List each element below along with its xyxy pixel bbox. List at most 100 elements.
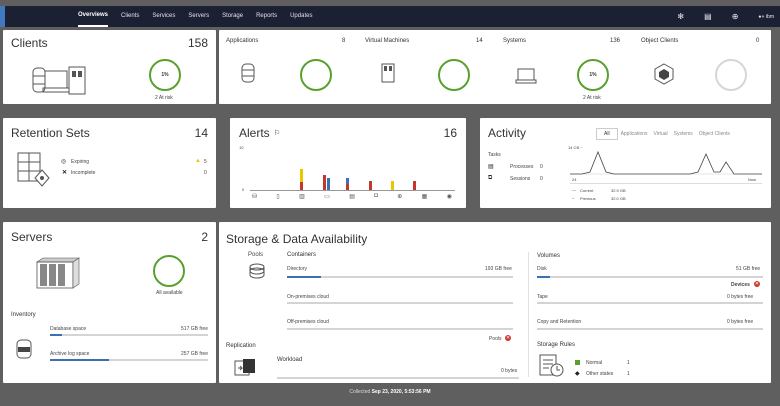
laptop-icon[interactable]: ▭ (324, 193, 330, 200)
database-space-label[interactable]: Database space (50, 326, 86, 332)
incomplete-value[interactable]: 0 (204, 170, 207, 176)
storage-divider (528, 252, 529, 377)
virtual-machines-title[interactable]: Virtual Machines (365, 38, 409, 44)
servers-available-label[interactable]: All available (156, 290, 183, 296)
nav-updates[interactable]: Updates (290, 6, 312, 27)
devices-status-label[interactable]: Devices (731, 282, 750, 288)
disk-value[interactable]: 51 GB free (736, 266, 760, 272)
activity-panel: Activity All Applications Virtual System… (480, 118, 771, 208)
alert-bar[interactable] (413, 181, 416, 190)
nav-servers[interactable]: Servers (188, 6, 209, 27)
user-menu[interactable]: ●⋄ ibm (758, 14, 774, 20)
directory-value[interactable]: 193 GB free (485, 266, 512, 272)
activity-line-chart[interactable] (570, 150, 762, 176)
directory-label[interactable]: Directory (287, 266, 307, 272)
clients-count[interactable]: 158 (188, 36, 208, 50)
server-icon[interactable]: ▥ (299, 193, 305, 200)
alert-bar[interactable] (327, 178, 330, 190)
clients-panel[interactable]: Clients 158 1% 2 At risk (3, 30, 216, 104)
object-clients-ring[interactable] (715, 59, 747, 91)
clients-devices-icon (32, 66, 86, 95)
normal-label[interactable]: Normal (586, 360, 602, 366)
retention-sets-count[interactable]: 14 (195, 126, 208, 140)
directory-fill (287, 276, 321, 278)
object-clients-count[interactable]: 0 (756, 38, 759, 44)
clients-title: Clients (11, 36, 48, 50)
expiring-value[interactable]: 5 (204, 159, 207, 165)
virtual-machines-count[interactable]: 14 (476, 38, 483, 44)
normal-value[interactable]: 1 (627, 360, 630, 366)
sessions-label[interactable]: Sessions (510, 176, 530, 182)
network-icon[interactable]: ⊕ (397, 193, 402, 200)
alert-bar[interactable] (346, 184, 349, 190)
servers-count[interactable]: 2 (201, 230, 208, 244)
workload-value[interactable]: 0 bytes (501, 368, 517, 374)
database-icon[interactable]: ⛁ (252, 193, 257, 200)
nav-overviews[interactable]: Overviews (78, 6, 109, 27)
alert-bar[interactable] (391, 181, 394, 190)
applications-ring[interactable] (300, 59, 332, 91)
user-name: ibm (765, 13, 774, 20)
alert-bar[interactable] (369, 181, 372, 190)
disk-label[interactable]: Disk (537, 266, 547, 272)
systems-count[interactable]: 136 (610, 38, 620, 44)
database-space-value[interactable]: 517 GB free (181, 326, 208, 332)
incomplete-label[interactable]: Incomplete (71, 170, 95, 176)
tape-icon[interactable]: ▦ (422, 193, 428, 200)
settings-icon[interactable]: ✻ (677, 12, 684, 21)
alerts-baseline (250, 190, 455, 191)
expiring-label[interactable]: Expiring (71, 159, 89, 165)
virtual-machines-ring[interactable] (438, 59, 470, 91)
help-icon[interactable]: ⊕ (732, 12, 739, 21)
nav-storage[interactable]: Storage (222, 6, 243, 27)
servers-available-ring[interactable] (153, 255, 185, 287)
applications-count[interactable]: 8 (342, 38, 345, 44)
database-icon[interactable]: ▯ (276, 193, 279, 200)
on-premises-cloud-label[interactable]: On-premises cloud (287, 294, 329, 300)
systems-at-risk-label[interactable]: 2 At risk (583, 95, 601, 101)
clients-at-risk-ring[interactable]: 1% (149, 59, 181, 91)
off-premises-cloud-bar (287, 328, 513, 330)
tab-applications[interactable]: Applications (618, 128, 651, 140)
processes-label[interactable]: Processes (510, 164, 533, 170)
tab-all[interactable]: All (596, 128, 618, 140)
off-premises-cloud-label[interactable]: Off-premises cloud (287, 319, 329, 325)
alerts-count[interactable]: 16 (444, 126, 457, 140)
alert-bar[interactable] (300, 182, 303, 190)
target-icon[interactable]: ◉ (447, 193, 452, 200)
nav-clients[interactable]: Clients (121, 6, 139, 27)
systems-title[interactable]: Systems (503, 38, 526, 44)
tape-value[interactable]: 0 bytes free (727, 294, 753, 300)
archive-log-space-value[interactable]: 257 GB free (181, 351, 208, 357)
object-clients-title[interactable]: Object Clients (641, 38, 678, 44)
vm-icon[interactable]: ▤ (349, 193, 355, 200)
retention-icon[interactable]: ◘ (374, 193, 378, 200)
sessions-value[interactable]: 0 (540, 176, 543, 182)
clients-at-risk-label[interactable]: 2 At risk (155, 95, 173, 101)
other-states-label[interactable]: Other states (586, 371, 613, 377)
tape-label[interactable]: Tape (537, 294, 548, 300)
archive-log-space-label[interactable]: Archive log space (50, 351, 89, 357)
other-states-value[interactable]: 1 (627, 371, 630, 377)
tab-virtual[interactable]: Virtual (651, 128, 671, 140)
applications-title[interactable]: Applications (226, 38, 258, 44)
devices-error-icon[interactable]: ✕ (754, 281, 760, 287)
retention-sets-panel[interactable]: Retention Sets 14 ◎ Expiring ▲ 5 ✕ Incom… (3, 118, 216, 208)
systems-at-risk-ring[interactable]: 1% (577, 59, 609, 91)
tab-object-clients[interactable]: Object Clients (696, 128, 733, 140)
processes-value[interactable]: 0 (540, 164, 543, 170)
alert-bar[interactable] (323, 175, 326, 190)
activity-title: Activity (488, 126, 527, 140)
db2-icon (16, 339, 32, 359)
current-label: Current (580, 188, 594, 193)
pools-status-label[interactable]: Pools (489, 336, 502, 342)
archive-log-space-fill (50, 359, 109, 361)
copy-retention-label[interactable]: Copy and Retention (537, 319, 581, 325)
nav-services[interactable]: Services (152, 6, 175, 27)
tape-bar (537, 302, 763, 304)
document-icon[interactable]: ▤ (704, 12, 712, 21)
copy-retention-value[interactable]: 0 bytes free (727, 319, 753, 325)
tab-systems[interactable]: Systems (671, 128, 696, 140)
nav-reports[interactable]: Reports (256, 6, 277, 27)
pools-error-icon[interactable]: ✕ (505, 335, 511, 341)
